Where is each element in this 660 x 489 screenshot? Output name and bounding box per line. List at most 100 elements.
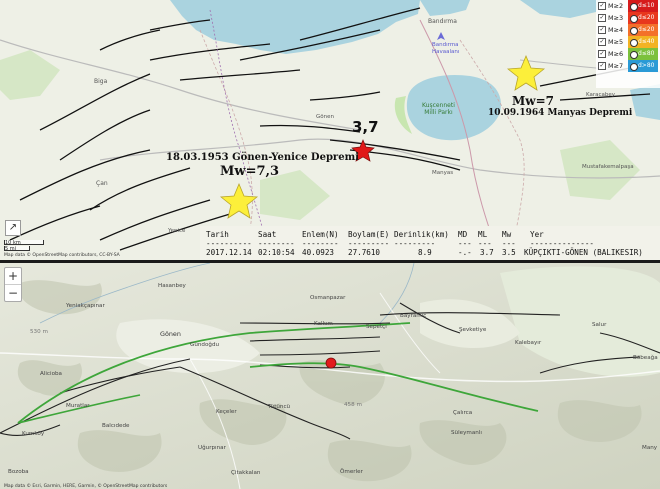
place-gonen: Gönen [316, 114, 334, 120]
legend-row[interactable]: ✓ M≥5 d≤40 [596, 36, 660, 48]
check-icon[interactable]: ✓ [598, 62, 606, 70]
check-icon[interactable]: ✓ [598, 38, 606, 46]
check-icon[interactable]: ✓ [598, 26, 606, 34]
legend-row[interactable]: ✓ M≥6 d≤80 [596, 48, 660, 60]
place-sepetci: Sepetçi [366, 324, 387, 330]
legend-row[interactable]: ✓ M≥2 d≤10 [596, 0, 660, 12]
bottom-map-panel[interactable]: Hasanbey Osmanpazar Yeniakçapınar Gönen … [0, 263, 660, 489]
place-kecelar: Keçeler [216, 409, 237, 415]
place-many: Many [642, 445, 658, 451]
table-separator: --- [478, 239, 492, 248]
top-map-base [0, 0, 660, 260]
table-header-mw: Mw [502, 230, 512, 239]
place-bayramic: Bayramiç [400, 313, 427, 319]
forest-area [0, 50, 60, 100]
place-bandirma-airport: Bandırma Havaalanı [432, 42, 460, 55]
table-separator: -------- [258, 239, 295, 248]
table-separator: --------- [348, 239, 390, 248]
earthquake-info-table: Tarih Saat Enlem(N) Boylam(E) Derinlik(k… [200, 226, 660, 260]
place-gonen: Gönen [160, 330, 181, 338]
legend-magnitude: M≥6 [608, 50, 624, 58]
place-sevketiye: Şevketiye [459, 327, 487, 333]
sea-marmara-far-east [520, 0, 600, 18]
table-separator: --------- [394, 239, 436, 248]
place-mustafakemalpasa: Mustafakemalpaşa [582, 164, 634, 170]
place-ugurpinar: Uğurpınar [198, 445, 226, 451]
legend-magnitude: M≥7 [608, 62, 624, 70]
check-icon[interactable]: ✓ [598, 50, 606, 58]
table-cell-md: -.- [458, 248, 472, 257]
table-cell-ml: 3.7 [480, 248, 494, 257]
place-kalkim: Kalkım [314, 321, 333, 327]
place-salur: Salur [592, 322, 607, 328]
top-map-attribution[interactable]: Map data © OpenStreetMap contributors, C… [4, 253, 120, 258]
table-cell-saat: 02:10:54 [258, 248, 295, 257]
legend-depth: d>80 [628, 60, 658, 72]
circle-icon [630, 63, 638, 71]
table-cell-boylam: 27.7610 [348, 248, 381, 257]
table-header-saat: Saat [258, 230, 277, 239]
table-header-md: MD [458, 230, 468, 239]
place-yeniakcapinar: Yeniakçapınar [66, 303, 105, 309]
table-cell-mw: 3.5 [502, 248, 516, 257]
magnitude-depth-legend: ✓ M≥2 d≤10 ✓ M≥3 d≤20 ✓ M≥4 d≤20 ✓ M≥5 d… [596, 0, 660, 88]
place-kalebayir: Kalebayır [515, 340, 542, 346]
lake-east [630, 84, 660, 120]
table-cell-tarih: 2017.12.14 [206, 248, 252, 257]
fullscreen-button[interactable]: ↗ [5, 220, 21, 236]
place-can: Çan [96, 180, 108, 187]
zoom-in-button[interactable]: + [5, 268, 21, 284]
legend-depth: d≤20 [628, 24, 658, 36]
place-osmanpazar: Osmanpazar [310, 295, 346, 301]
place-hasanbey: Hasanbey [158, 283, 186, 289]
place-bobeaga: Böbeağa [633, 355, 658, 361]
event-1964-mw: Mw=7 [512, 94, 555, 108]
place-kumkoy: Kumköy [22, 431, 45, 437]
legend-row[interactable]: ✓ M≥4 d≤20 [596, 24, 660, 36]
event-1964-title: 10.09.1964 Manyas Depremi [488, 108, 633, 118]
place-bandirma: Bandırma [428, 18, 457, 25]
legend-row[interactable]: ✓ M≥3 d≤20 [596, 12, 660, 24]
top-map-panel[interactable]: Bandırma Bandırma Havaalanı Biga Çan Gön… [0, 0, 660, 260]
check-icon[interactable]: ✓ [598, 2, 606, 10]
table-separator: --- [502, 239, 516, 248]
place-omerler: Ömerler [340, 469, 363, 475]
event-current-magnitude: 3,7 [352, 118, 379, 136]
place-alicioba: Alicioba [40, 371, 62, 377]
circle-icon [630, 15, 638, 23]
place-muratlar: Muratlar [66, 403, 90, 409]
bottom-map-attribution[interactable]: Map data © Esri, Garmin, HERE, Garmin, ©… [4, 484, 167, 489]
place-calirca: Çalırca [453, 410, 473, 416]
bottom-zoom-control: + − [4, 267, 22, 302]
place-tutuncu: Tütüncü [268, 404, 291, 410]
table-header-enlem: Enlem(N) [302, 230, 339, 239]
table-cell-derinlik: 8.9 [418, 248, 432, 257]
epicenter-marker [325, 357, 337, 369]
table-separator: --- [458, 239, 472, 248]
airport-marker [437, 32, 445, 40]
star-1964-manyas [506, 54, 546, 91]
sea-marmara [170, 0, 420, 54]
legend-depth: d≤10 [628, 0, 658, 12]
zoom-out-button[interactable]: − [5, 284, 21, 301]
table-cell-enlem: 40.0923 [302, 248, 335, 257]
legend-depth: d≤20 [628, 12, 658, 24]
expand-arrow-icon: ↗ [8, 222, 18, 233]
legend-depth: d≤40 [628, 36, 658, 48]
circle-icon [630, 39, 638, 47]
scale-mi: 5 mi [4, 246, 30, 252]
table-header-boylam: Boylam(E) [348, 230, 390, 239]
place-kus-park: Kuşcenneti Milli Parkı [422, 102, 455, 116]
sea-marmara-east [420, 0, 470, 16]
table-separator: ---------- [206, 239, 252, 248]
place-karacabey: Karacabey [586, 92, 616, 98]
event-1953-title: 18.03.1953 Gönen-Yenice Depremi [166, 152, 359, 163]
legend-magnitude: M≥3 [608, 14, 624, 22]
place-balcidede: Balcıdede [102, 423, 130, 429]
legend-row[interactable]: ✓ M≥7 d>80 [596, 60, 660, 72]
table-separator: -------- [302, 239, 339, 248]
check-icon[interactable]: ✓ [598, 14, 606, 22]
place-manyas: Manyas [432, 170, 454, 176]
circle-icon [630, 3, 638, 11]
place-gundogdu: Gündoğdu [190, 342, 220, 348]
